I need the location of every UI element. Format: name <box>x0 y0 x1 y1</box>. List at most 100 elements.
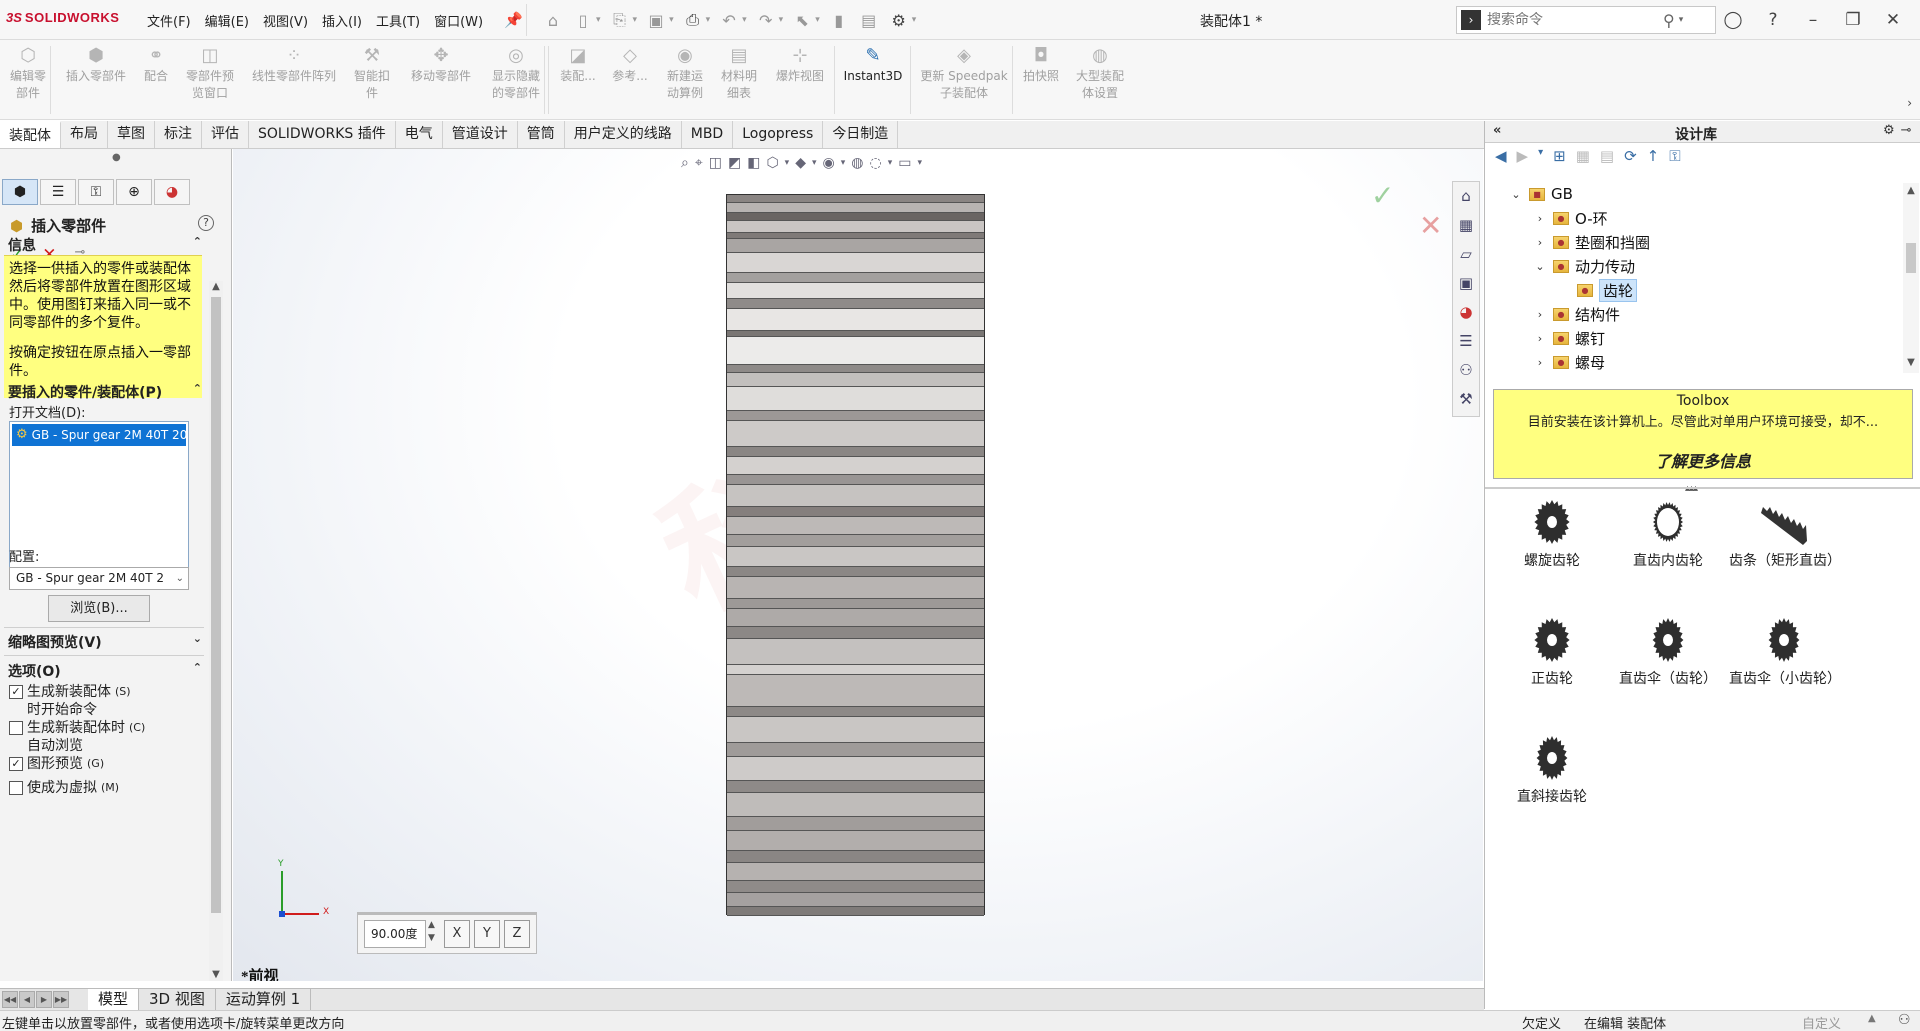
home-icon[interactable]: ⌂ <box>542 9 564 31</box>
panel-grip[interactable]: ● <box>112 152 121 163</box>
scene-icon[interactable]: ◌ <box>869 155 881 171</box>
bottom-tab[interactable]: 运动算例 1 <box>216 989 312 1010</box>
file-explorer-icon[interactable]: ▱ <box>1453 240 1479 269</box>
menu-item[interactable]: 文件(F) <box>140 11 198 30</box>
open-icon[interactable]: ⎘ <box>609 9 631 31</box>
scroll-up-icon[interactable]: ▲ <box>1903 185 1919 196</box>
view-orientation-icon[interactable]: ⬡ <box>766 155 778 171</box>
chevron-down-icon[interactable]: ▾ <box>1679 15 1684 25</box>
part-section-header[interactable]: 要插入的零件/装配体(P) ⌃ <box>8 382 202 402</box>
learn-more-link[interactable]: 了解更多信息 <box>1494 448 1912 472</box>
scroll-thumb[interactable] <box>1906 243 1916 273</box>
command-button[interactable]: ⊹ 爆炸视图 <box>770 44 830 114</box>
unit-system[interactable]: 自定义 <box>1802 1013 1841 1031</box>
command-button[interactable]: ◪ 装配... <box>556 44 600 114</box>
next-tab-icon[interactable]: ▶ <box>36 991 52 1008</box>
bottom-tab[interactable]: 3D 视图 <box>139 989 216 1010</box>
collapse-arrow-icon[interactable]: › <box>1533 212 1547 225</box>
tab-item[interactable]: 评估 <box>202 121 249 148</box>
command-button[interactable]: ◫ 零部件预 览窗口 <box>178 44 242 114</box>
appearance-icon[interactable]: ◍ <box>851 155 863 171</box>
dynamic-annotation-icon[interactable]: ◧ <box>747 155 760 171</box>
command-button[interactable]: ◍ 大型装配 体设置 <box>1070 44 1130 114</box>
collapse-pane-icon[interactable]: « <box>1493 123 1501 138</box>
feature-manager-tab-icon[interactable]: ⬢ <box>2 179 38 205</box>
tree-item[interactable]: › ● O-环 <box>1533 207 1608 229</box>
tree-item[interactable]: › ● 螺母 <box>1533 351 1605 373</box>
command-button[interactable]: ⚒ 智能扣 件 <box>350 44 394 114</box>
options-gear-icon[interactable]: ⚙ <box>888 9 910 31</box>
rebuild-icon[interactable]: ▮ <box>828 9 850 31</box>
display-manager-tab-icon[interactable]: ◕ <box>154 179 190 205</box>
hide-show-items-icon[interactable]: ◉ <box>823 155 835 171</box>
custom-properties-icon[interactable]: ☰ <box>1453 327 1479 356</box>
pin-icon[interactable]: ⊸ <box>1901 123 1912 138</box>
tab-item[interactable]: 草图 <box>108 121 155 148</box>
display-style-icon[interactable]: ◆ <box>795 155 806 171</box>
options-section-header[interactable]: 选项(O) ⌃ <box>8 661 202 681</box>
search-icon[interactable]: ⚲ <box>1663 11 1675 30</box>
scroll-up-icon[interactable]: ▲ <box>209 281 223 292</box>
new-document-icon[interactable]: ▯ <box>572 9 594 31</box>
menu-item[interactable]: 编辑(E) <box>198 11 256 30</box>
configuration-manager-tab-icon[interactable]: ⚿ <box>78 179 114 205</box>
collapse-icon[interactable]: ⌃ <box>193 661 202 681</box>
library-item[interactable]: 齿条（矩形直齿） <box>1729 497 1841 571</box>
tab-item[interactable]: Logopress <box>733 121 824 148</box>
chevron-down-icon[interactable]: ▾ <box>812 158 817 168</box>
add-to-library-icon[interactable]: ⊞ <box>1553 147 1566 165</box>
toolbox-settings-icon[interactable]: ⚿ <box>1669 147 1680 165</box>
pin-menu-icon[interactable]: 📌 <box>504 11 523 29</box>
scroll-down-icon[interactable]: ▼ <box>209 969 223 980</box>
expand-arrow-icon[interactable]: ⌄ <box>1509 188 1523 201</box>
command-button[interactable]: ⚭ 配合 <box>138 44 174 114</box>
tab-item[interactable]: 电气 <box>396 121 443 148</box>
tree-item[interactable]: › ● 螺钉 <box>1533 327 1605 349</box>
view-palette-icon[interactable]: ▣ <box>1453 269 1479 298</box>
chevron-down-icon[interactable]: ▾ <box>785 158 790 168</box>
library-item[interactable]: 螺旋齿轮 <box>1497 497 1607 571</box>
bottom-tab[interactable]: 模型 <box>88 989 140 1010</box>
notifications-icon[interactable]: ⚇ <box>1898 1012 1911 1028</box>
option-checkbox[interactable]: 使成为虚拟 (M) <box>9 779 119 797</box>
command-button[interactable]: ✥ 移动零部件 <box>404 44 478 114</box>
collapse-arrow-icon[interactable]: › <box>1533 332 1547 345</box>
collapse-arrow-icon[interactable]: › <box>1533 356 1547 369</box>
redo-icon[interactable]: ↷ <box>755 9 777 31</box>
rotate-y-icon[interactable]: Y <box>474 920 500 948</box>
previous-view-icon[interactable]: ◫ <box>709 155 722 171</box>
collapse-arrow-icon[interactable]: › <box>1533 236 1547 249</box>
chevron-down-icon[interactable]: ▾ <box>1538 147 1543 165</box>
zoom-to-fit-icon[interactable]: ⌕ <box>681 155 689 171</box>
command-button[interactable]: ✎ Instant3D <box>840 44 906 114</box>
thumbnail-section-header[interactable]: 缩略图预览(V) ⌄ <box>8 632 202 652</box>
help-icon[interactable]: ? <box>198 215 214 231</box>
tree-item[interactable]: › ● 垫圈和挡圈 <box>1533 231 1650 253</box>
graphics-area[interactable]: 科技 ⌕ ⌖ ◫ ◩ ◧ ⬡▾ ◆▾ ◉▾ ◍ ◌▾ ▭▾ ◧◨–❐✕ ✓ ✕ … <box>233 149 1483 981</box>
tab-item[interactable]: MBD <box>682 121 734 148</box>
menu-item[interactable]: 视图(V) <box>256 11 315 30</box>
tree-item[interactable]: › ● 结构件 <box>1533 303 1620 325</box>
command-button[interactable]: ◈ 更新 Speedpak 子装配体 <box>916 44 1012 114</box>
toolbox-icon[interactable]: ⚒ <box>1453 385 1479 414</box>
close-icon[interactable]: ✕ <box>1880 10 1906 30</box>
chevron-down-icon[interactable]: ▾ <box>633 15 638 25</box>
collapse-icon[interactable]: ⌃ <box>193 235 202 255</box>
configuration-select[interactable]: GB - Spur gear 2M 40T 2 ⌄ <box>9 567 189 590</box>
back-icon[interactable]: ◀ <box>1495 147 1507 165</box>
pm-scrollbar[interactable]: ▲ ▼ <box>209 281 223 981</box>
settings-gear-icon[interactable]: ⚙ <box>1883 123 1895 138</box>
create-new-folder-icon[interactable]: ▤ <box>1600 147 1614 165</box>
command-button[interactable]: ⬡ 编辑零 部件 <box>8 44 48 114</box>
scroll-thumb[interactable] <box>211 297 221 913</box>
confirm-corner-cancel-icon[interactable]: ✕ <box>1419 209 1442 242</box>
library-item[interactable]: 直齿伞（小齿轮） <box>1729 615 1841 689</box>
collapse-icon[interactable]: ⌃ <box>193 382 202 402</box>
gear-part-preview[interactable] <box>726 194 985 916</box>
expand-arrow-icon[interactable]: ⌄ <box>1533 260 1547 273</box>
refresh-icon[interactable]: ⟳ <box>1624 147 1637 165</box>
library-item[interactable]: 直斜接齿轮 <box>1497 733 1607 807</box>
save-icon[interactable]: ▣ <box>645 9 667 31</box>
appearances-icon[interactable]: ◕ <box>1453 298 1479 327</box>
rotate-z-icon[interactable]: Z <box>504 920 530 948</box>
